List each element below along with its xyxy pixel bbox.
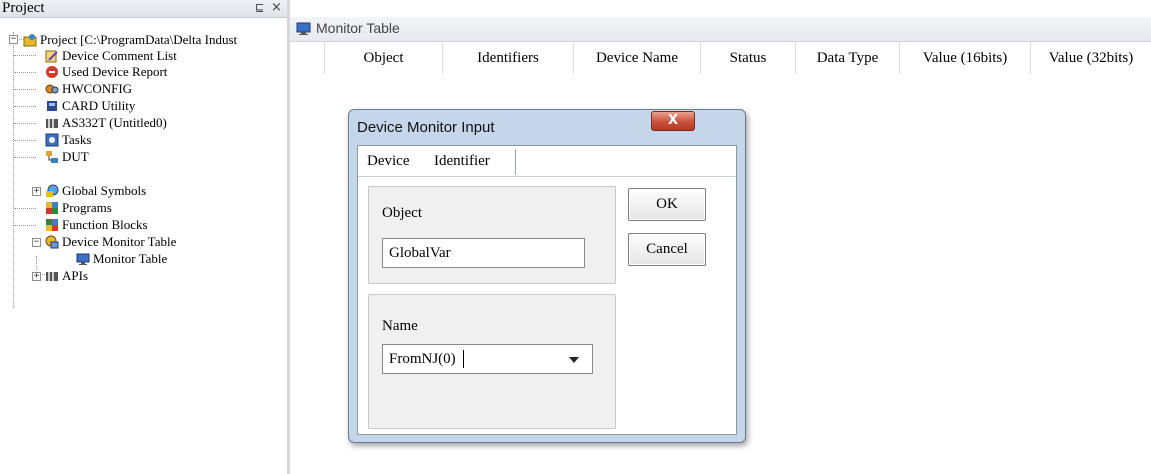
monitor-table-icon <box>76 253 90 265</box>
tree-item-label: CARD Utility <box>62 98 136 113</box>
tree-connector <box>14 123 36 124</box>
global-symbols-icon <box>46 184 59 197</box>
expand-apis-toggle[interactable]: + <box>32 272 41 281</box>
tree-item-label: Global Symbols <box>62 183 147 198</box>
project-pane-titlebar: Project ⊑ × <box>0 0 287 18</box>
tree-item-label: Device Comment List <box>62 48 177 63</box>
ok-button[interactable]: OK <box>628 188 706 221</box>
tree-connector <box>14 55 36 56</box>
tree-connector <box>14 157 36 158</box>
tree-item-label: AS332T (Untitled0) <box>62 115 167 130</box>
tree-item-label: Project [C:\ProgramData\Delta Indust <box>40 32 238 47</box>
programs-icon <box>46 202 58 214</box>
comment-list-icon <box>45 50 58 63</box>
project-pane-title: Project <box>2 0 45 16</box>
column-header-identifiers[interactable]: Identifiers <box>443 42 574 74</box>
column-header-value-32bits[interactable]: Value (32bits) <box>1031 42 1151 74</box>
name-group: Name FromNJ(0) <box>368 294 616 429</box>
object-input[interactable]: GlobalVar <box>382 238 585 268</box>
close-icon[interactable]: × <box>271 0 282 16</box>
monitor-table-header: Object Identifiers Device Name Status Da… <box>290 42 1151 74</box>
dialog-client-area: Device Identifier Object GlobalVar Name … <box>357 145 737 435</box>
object-label: Object <box>382 205 422 221</box>
device-monitor-input-dialog: Device Monitor Input X Device Identifier… <box>348 109 746 443</box>
object-group: Object GlobalVar <box>368 186 616 284</box>
name-combobox[interactable]: FromNJ(0) <box>382 344 593 374</box>
collapse-project-toggle[interactable]: − <box>9 35 18 44</box>
plc-icon <box>46 119 58 128</box>
tab-separator <box>515 149 517 175</box>
tab-identifier[interactable]: Identifier <box>434 148 490 174</box>
row-header-corner <box>290 42 325 74</box>
report-icon <box>46 66 58 78</box>
tree-connector <box>14 140 36 141</box>
tree-item-label: APIs <box>62 268 89 283</box>
pin-icon[interactable]: ⊑ <box>255 1 264 14</box>
name-value: FromNJ(0) <box>389 351 456 367</box>
tree-connector <box>14 89 36 90</box>
tree-item-label: Function Blocks <box>62 217 148 232</box>
text-caret <box>463 350 464 368</box>
column-header-device-name[interactable]: Device Name <box>574 42 701 74</box>
tree-item-label: HWCONFIG <box>62 81 133 96</box>
tree-connector <box>36 256 37 270</box>
cancel-button[interactable]: Cancel <box>628 233 706 266</box>
tasks-icon <box>45 133 59 147</box>
chevron-down-icon[interactable] <box>569 357 579 363</box>
tree-item-label: Programs <box>62 200 112 215</box>
tree-item-label: Monitor Table <box>93 251 168 266</box>
function-blocks-icon <box>46 219 58 231</box>
tree-connector <box>14 225 36 226</box>
project-icon <box>23 34 37 47</box>
tree-connector <box>13 32 14 308</box>
dialog-title: Device Monitor Input <box>357 119 495 136</box>
close-button[interactable]: X <box>651 111 695 131</box>
project-pane: Project ⊑ × − + − + Project [C:\ProgramD… <box>0 0 290 474</box>
tab-monitor-table[interactable]: Monitor Table <box>316 20 400 36</box>
name-label: Name <box>382 318 418 334</box>
tree-connector <box>14 208 36 209</box>
tab-divider <box>358 176 736 177</box>
device-monitor-icon <box>45 235 59 249</box>
tree-item-label: Device Monitor Table <box>62 234 177 249</box>
tree-connector <box>14 106 36 107</box>
collapse-device-monitor-toggle[interactable]: − <box>32 238 41 247</box>
tree-item-label: DUT <box>62 149 89 164</box>
tree-item-label: Tasks <box>62 132 92 147</box>
tab-device[interactable]: Device <box>367 148 409 174</box>
project-tree: − + − + Project [C:\ProgramData\Delta In… <box>0 20 287 320</box>
column-header-value-16bits[interactable]: Value (16bits) <box>900 42 1031 74</box>
dut-icon <box>46 151 58 163</box>
tree-item-label: Used Device Report <box>62 64 168 79</box>
card-icon <box>47 101 57 111</box>
tree-connector <box>14 72 36 73</box>
document-tab-bar: Monitor Table <box>290 17 1151 42</box>
column-header-object[interactable]: Object <box>325 42 443 74</box>
apis-icon <box>46 272 58 281</box>
monitor-table-icon <box>296 22 311 35</box>
hwconfig-icon <box>45 84 59 94</box>
column-header-status[interactable]: Status <box>701 42 796 74</box>
expand-global-symbols-toggle[interactable]: + <box>32 187 41 196</box>
column-header-data-type[interactable]: Data Type <box>796 42 900 74</box>
